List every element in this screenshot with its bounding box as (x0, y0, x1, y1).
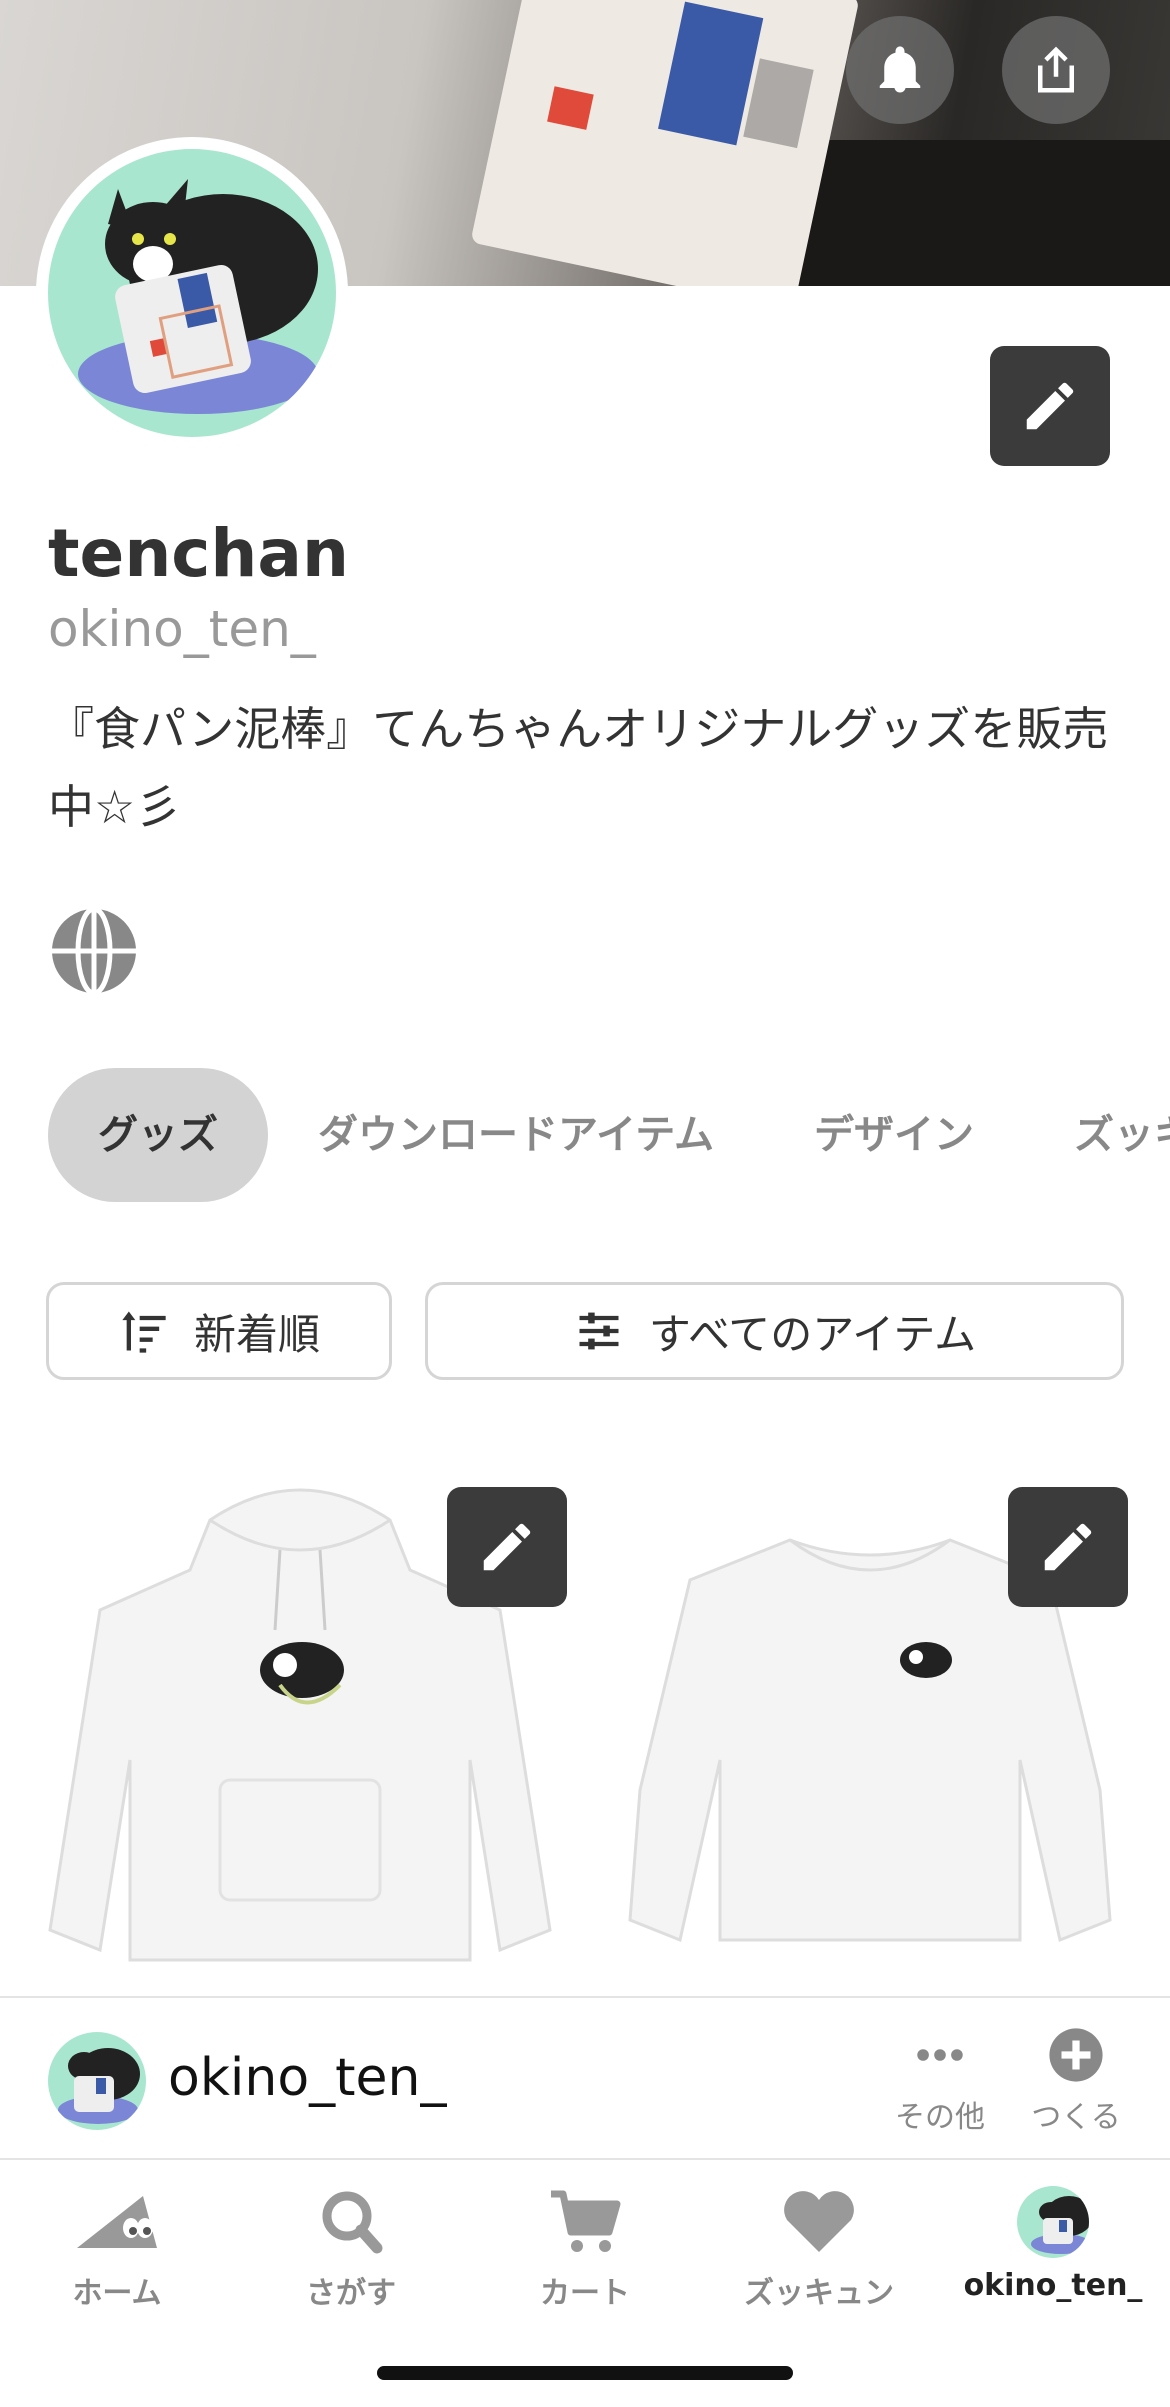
more-label: その他 (895, 2100, 985, 2135)
share-icon (1038, 46, 1074, 93)
share-button[interactable] (1002, 16, 1110, 124)
plus-circle-icon (1049, 2028, 1103, 2082)
tab-home-label: ホーム (72, 2276, 162, 2311)
category-label: すべてのアイテム (648, 1309, 977, 1359)
more-button[interactable]: その他 (880, 2026, 1000, 2136)
sliders-icon (579, 1312, 619, 1350)
edit-profile-button[interactable] (990, 346, 1110, 466)
category-filter-button[interactable]: すべてのアイテム (425, 1282, 1124, 1380)
tab-favorites-label: ズッキュン (744, 2276, 894, 2311)
search-icon (322, 2191, 383, 2254)
shop-bar: okino_ten_ その他 つくる (0, 1996, 1170, 2158)
more-dots-icon (917, 2049, 963, 2061)
shop-avatar[interactable] (48, 2032, 146, 2130)
cart-icon (551, 2190, 621, 2252)
username: okino_ten_ (48, 600, 316, 658)
tab-favorites[interactable]: ズッキュン (1024, 1068, 1170, 1202)
sort-button[interactable]: 新着順 (46, 1282, 392, 1380)
profile-avatar[interactable] (36, 137, 348, 449)
edit-product-button[interactable] (447, 1487, 567, 1607)
tab-profile-avatar (1017, 2186, 1089, 2258)
cover-bread-bag (470, 0, 860, 286)
tab-profile-label: okino_ten_ (963, 2268, 1143, 2303)
tab-designs[interactable]: デザイン (764, 1068, 1024, 1202)
shop-username[interactable]: okino_ten_ (168, 2048, 446, 2108)
pencil-icon (1044, 1523, 1092, 1571)
tab-goods[interactable]: グッズ (48, 1068, 268, 1202)
heart-icon (784, 2191, 854, 2252)
cover-shadow (780, 140, 1170, 286)
bio-text: 『食パン泥棒』てんちゃんオリジナルグッズを販売中☆彡 (48, 702, 1109, 834)
tab-cart-label: カート (540, 2276, 630, 2311)
tab-cart[interactable]: カート (468, 2186, 702, 2312)
pencil-icon (1026, 382, 1074, 430)
tab-favorites[interactable]: ズッキュン (702, 2186, 936, 2312)
display-name: tenchan (48, 515, 349, 592)
tab-download-items[interactable]: ダウンロードアイテム (268, 1068, 764, 1202)
create-button[interactable]: つくる (1016, 2026, 1136, 2136)
tab-search[interactable]: さがす (234, 2186, 468, 2312)
content-tabs: グッズダウンロードアイテムデザインズッキュン (48, 1068, 1170, 1202)
tab-search-label: さがす (306, 2276, 396, 2311)
tab-profile[interactable]: okino_ten_ (936, 2186, 1170, 2303)
tab-home[interactable]: ホーム (0, 2186, 234, 2312)
home-mascot-icon (77, 2196, 157, 2248)
create-label: つくる (1031, 2100, 1121, 2135)
edit-product-button-2[interactable] (1008, 1487, 1128, 1607)
pencil-icon (483, 1523, 531, 1571)
sort-label: 新着順 (193, 1309, 320, 1359)
bell-icon (879, 46, 921, 93)
avatar-image (48, 149, 336, 437)
home-indicator[interactable] (377, 2366, 793, 2380)
website-link[interactable] (48, 905, 140, 997)
notification-button[interactable] (846, 16, 954, 124)
sort-icon (122, 1311, 166, 1353)
globe-icon (52, 906, 136, 996)
